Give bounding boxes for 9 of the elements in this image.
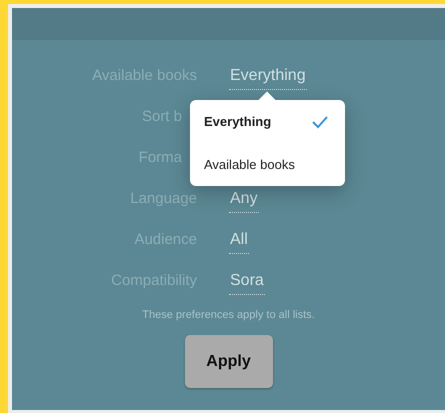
setting-dropdown[interactable]: Any [229,190,259,213]
menu-option[interactable]: Available books [190,143,345,186]
apply-button[interactable]: Apply [184,335,272,388]
checkmark-icon [311,114,329,128]
hint-text: These preferences apply to all lists. [142,309,315,321]
setting-dropdown[interactable]: Everything [229,67,307,90]
setting-dropdown[interactable]: All [229,231,249,254]
setting-dropdown[interactable]: Sora [229,272,265,295]
menu-option[interactable]: Everything [190,100,345,143]
